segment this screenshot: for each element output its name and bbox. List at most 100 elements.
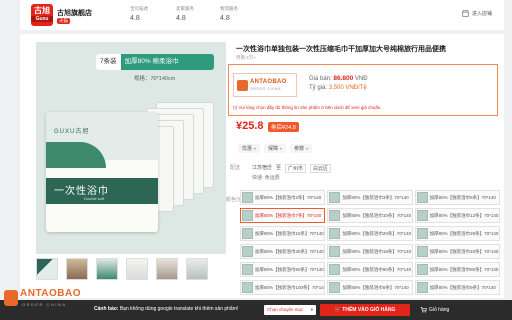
variant-option[interactable]: 加厚80%【独装浴巾30条】70*140 [240,244,326,259]
product-card: 7条装 加厚80% 棉柔浴巾 规格：70*140cm GUXU古旭 一次性浴巾 … [20,34,504,298]
variant-label: 加厚80%【独装浴巾9条】70*140 [429,284,496,290]
add-to-cart-label: THÊM VÀO GIỎ HÀNG [342,307,396,313]
hero-badge-count: 7条装 [96,54,121,70]
thumbnail[interactable] [186,258,208,280]
extension-price-row: Giá bán: 86.800 VNĐ [309,75,368,82]
province-select[interactable]: 广州市 [285,164,307,173]
thumbnail[interactable] [36,258,58,280]
store-tag: 天猫 [57,18,70,24]
price-unit: VNĐ [354,76,368,82]
chevron-down-icon: ▾ [310,307,313,312]
cart-link[interactable]: Giỏ hàng [420,306,449,313]
chevron-down-icon: ▾ [306,146,309,151]
bottom-logo: ANTAOBAO ORDER CHINA [4,284,90,320]
variant-option[interactable]: 加厚80%【独装浴巾9条】70*140 [414,280,500,295]
variant-label: 加厚80%【独装浴巾20条】70*140 [342,230,412,236]
variant-option[interactable]: 加厚80%【独装浴巾80条】70*140 [414,262,500,277]
variant-option[interactable]: 加厚80%【独装浴巾18条】70*140 [327,244,413,259]
extension-logo: ANTAOBAO ORDER CHINA [233,73,297,97]
thumbnail[interactable] [66,258,88,280]
price-value: 86.800 [333,75,354,82]
tab-promotion[interactable]: 优惠 ▾ [238,144,261,153]
shipping-from: 江苏宿迁 [252,165,273,171]
thumbnail[interactable] [96,258,118,280]
metric-value: 4.8 [130,15,140,22]
variant-option[interactable]: 加厚80%【独装浴巾8条】70*140 [327,280,413,295]
rate-label: Tỷ giá: [309,85,328,91]
shipping-to-label: 至 [276,165,282,171]
variant-thumbnail [329,210,341,221]
product-main-image[interactable]: 7条装 加厚80% 棉柔浴巾 规格：70*140cm GUXU古旭 一次性浴巾 … [36,42,226,254]
variant-label: 加厚80%【独装浴巾10条】70*140 [342,212,412,218]
store-header: 古旭 Guxu 古旭旗舰店 天猫 宝贝描述 4.8 卖家服务 4.8 物流服务 … [20,0,504,30]
pack-title: 一次性浴巾 [54,186,109,197]
hero-banner: 7条装 加厚80% 棉柔浴巾 [96,54,214,70]
tab-label: 保障 [268,146,279,152]
variant-thumbnail [416,264,428,275]
variant-option[interactable]: 加厚80%【独装浴巾5条】70*140 [414,190,500,205]
product-title: 一次性浴巾单独包装一次性压缩毛巾干加厚加大号纯棉旅行用品便携 [236,46,446,53]
variant-label: 加厚80%【独装浴巾2条】70*140 [255,194,322,200]
thumbnail[interactable] [156,258,178,280]
extension-note: (!) Vui lòng chọn đầy đủ thông tin sản p… [233,105,382,110]
variant-thumbnail [242,210,253,221]
metric-value: 4.8 [220,15,230,22]
variant-grid: 加厚80%【独装浴巾2条】70*140 加厚80%【独装浴巾3条】70*140 加厚… [240,190,500,295]
pack-subtitle: Double soft [84,196,105,201]
bottom-brand: ANTAOBAO [20,288,82,299]
store-logo-text: 古旭 [34,6,50,15]
store-logo[interactable]: 古旭 Guxu [31,4,53,26]
thumbnail[interactable] [126,258,148,280]
antaobao-icon [237,80,248,91]
store-icon [462,10,469,17]
variant-option[interactable]: 加厚80%【独装浴巾50条】70*140 [240,262,326,277]
variant-thumbnail [329,246,341,257]
rate-value: 3.500 [328,85,344,91]
variant-option[interactable]: 加厚80%【独装浴巾20条】70*140 [327,226,413,241]
tab-guarantee[interactable]: 保障 ▾ [264,144,287,153]
extension-tagline: ORDER CHINA [250,87,282,91]
category-select[interactable]: Chọn chuyên mục ▾ [264,305,316,315]
variant-option[interactable]: 加厚80%【独装浴巾3条】70*140 [327,190,413,205]
metric-label: 卖家服务 [176,6,194,11]
translate-warning: Cảnh báo: Bạn không dùng google translat… [94,306,238,312]
enter-store-button[interactable]: 进入店铺 [462,10,492,17]
variant-label: 加厚80%【独装浴巾25条】70*140 [429,230,499,236]
coupon-badge[interactable]: 券后¥24.8 [268,122,299,132]
variant-label: 加厚80%【独装浴巾3条】70*140 [342,194,409,200]
service-tabs: 优惠 ▾ 保障 ▾ 参数 ▾ [238,144,313,153]
cart-icon [420,307,427,313]
variant-thumbnail [416,210,428,221]
variant-label: 加厚80%【独装浴巾30条】70*140 [255,248,324,254]
extension-rate-row: Tỷ giá: 3.500 VNĐ/Tệ [309,85,367,91]
variant-option[interactable]: 加厚80%【独装浴巾12条】70*140 [414,208,500,223]
variant-label: 加厚80%【独装浴巾7条】70*140 [255,212,322,218]
extension-brand: ANTAOBAO [250,79,287,85]
variant-option[interactable]: 加厚80%【独装浴巾40条】70*140 [414,244,500,259]
thumbnail-strip [36,258,208,280]
shipping-row: 江苏宿迁 至 广州市 白云区 [252,164,332,173]
variant-option[interactable]: 加厚80%【独装浴巾60条】70*140 [327,262,413,277]
variant-option[interactable]: 加厚80%【独装浴巾100条】70*140 [240,280,326,295]
metric-value: 4.8 [176,15,186,22]
enter-store-label: 进入店铺 [471,11,492,17]
tab-label: 参数 [294,146,305,152]
antaobao-icon [4,290,18,306]
category-placeholder: Chọn chuyên mục [267,307,304,312]
tab-params[interactable]: 参数 ▾ [290,144,313,153]
variant-option[interactable]: 加厚80%【独装浴巾7条】70*140 [240,208,326,223]
metric-description: 宝贝描述 4.8 [130,6,148,22]
shipping-fee: 快递: 免运费 [252,175,280,181]
district-select[interactable]: 白云区 [310,164,332,173]
variant-option[interactable]: 加厚80%【独装浴巾2条】70*140 [240,190,326,205]
add-to-cart-button[interactable]: 🛒 THÊM VÀO GIỎ HÀNG [320,304,410,316]
variant-label: 加厚80%【独装浴巾40条】70*140 [429,248,499,254]
variant-option[interactable]: 加厚80%【独装浴巾25条】70*140 [414,226,500,241]
variant-option[interactable]: 加厚80%【独装浴巾10条】70*140 [327,208,413,223]
variant-thumbnail [416,192,428,203]
variant-option[interactable]: 加厚80%【独装浴巾15条】70*140 [240,226,326,241]
variant-thumbnail [416,282,428,293]
variant-thumbnail [329,264,341,275]
variant-label: 加厚80%【独装浴巾18条】70*140 [342,248,412,254]
store-name[interactable]: 古旭旗舰店 [57,8,92,18]
